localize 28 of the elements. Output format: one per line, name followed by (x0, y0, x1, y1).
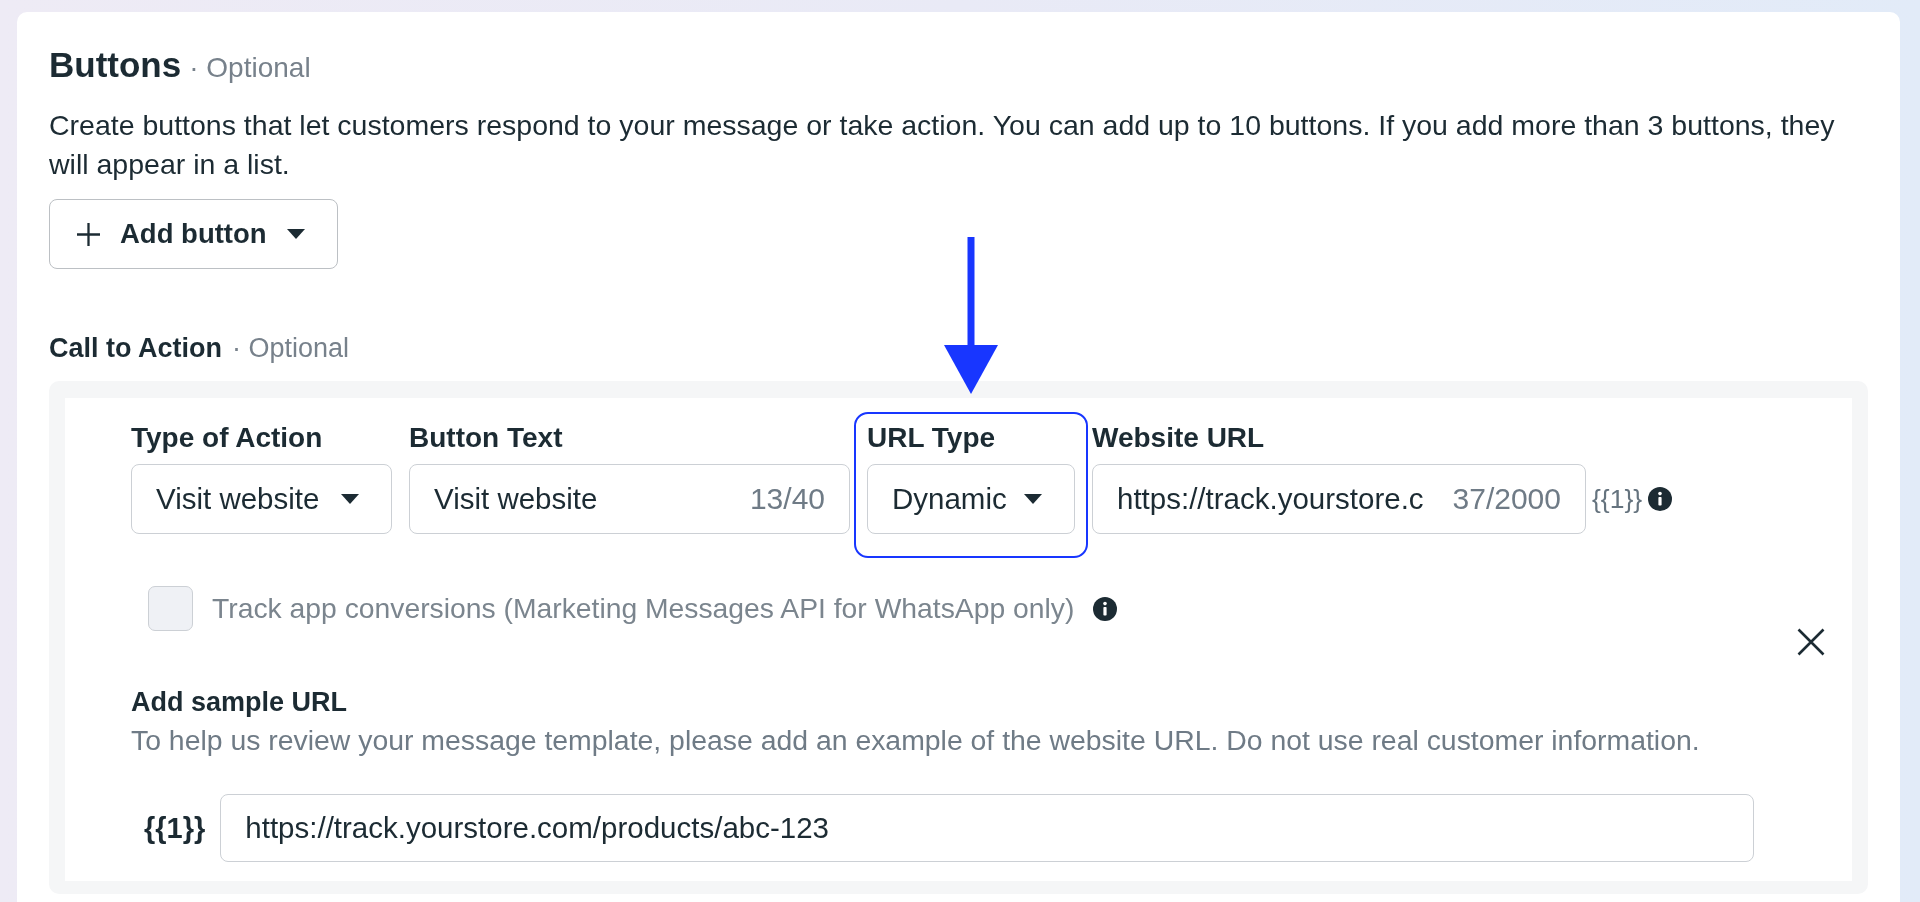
plus-icon (77, 222, 100, 246)
field-label: Button Text (409, 422, 564, 454)
add-button[interactable]: Add button (49, 199, 338, 269)
sample-url-input[interactable]: https://track.yourstore.com/products/abc-123 (220, 794, 1754, 862)
caret-icon (1024, 494, 1042, 504)
optional-label: · Optional (189, 52, 311, 84)
subsection-title: Call to Action (49, 332, 222, 365)
dropdown-select[interactable]: Dynamic (867, 464, 1075, 534)
field-label: Website URL (1092, 422, 1266, 454)
text-input[interactable]: Visit website 13/40 (409, 464, 850, 534)
section-description: Create buttons that let customers respond to your message or take action. You can add up to 10 buttons. If you add more than 3 buttons, they will appear in a list. (49, 108, 1836, 182)
field-label: Type of Action (131, 422, 324, 454)
section-title: Buttons (49, 44, 182, 86)
character-count: 37/2000 (1452, 482, 1561, 516)
dropdown-select[interactable]: Visit website (131, 464, 392, 534)
caret-icon (341, 494, 359, 504)
character-count: 13/40 (749, 482, 825, 516)
checkbox-label: Track app conversions (Marketing Messages API for WhatsApp only) (212, 592, 1075, 625)
caret-icon (286, 229, 305, 239)
variable-label: {{1}} (144, 811, 206, 845)
field-label: URL Type (867, 422, 997, 454)
close-icon (1797, 628, 1825, 656)
text-input[interactable]: https://track.yourstore.c 37/2000 (1092, 464, 1586, 534)
help-text: To help us review your message template, please add an example of the website URL. Do not use real customer information. (131, 723, 1701, 757)
variable-tag: {{1}} (1592, 483, 1643, 515)
info-icon[interactable] (1648, 487, 1673, 511)
optional-label: · Optional (232, 333, 350, 364)
sample-title: Add sample URL (131, 686, 349, 718)
